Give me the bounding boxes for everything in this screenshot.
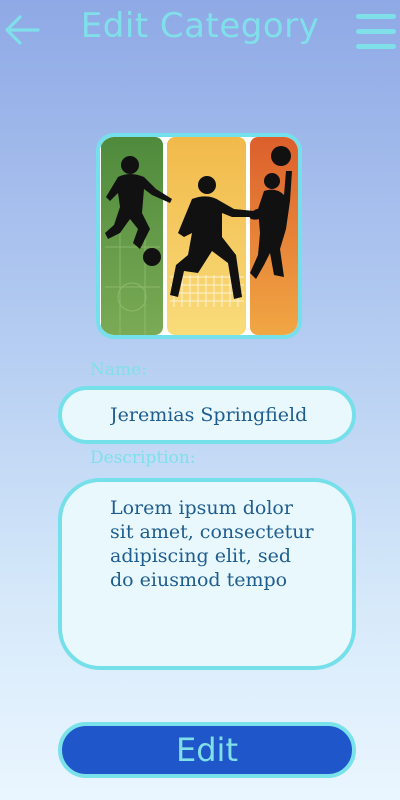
edit-button[interactable]: Edit [58,722,356,778]
sports-silhouettes-image [100,137,298,335]
description-label: Description: [90,448,196,468]
page-title: Edit Category [80,6,320,46]
arrow-left-icon [5,15,40,45]
category-image[interactable] [96,133,302,339]
name-label: Name: [90,360,147,380]
name-input[interactable] [58,386,356,444]
header: Edit Category [0,0,400,60]
back-button[interactable] [2,10,42,50]
hamburger-menu-icon [356,14,396,49]
menu-button[interactable] [354,8,398,56]
description-input[interactable]: Lorem ipsum dolor sit amet, consectetur … [58,478,356,670]
